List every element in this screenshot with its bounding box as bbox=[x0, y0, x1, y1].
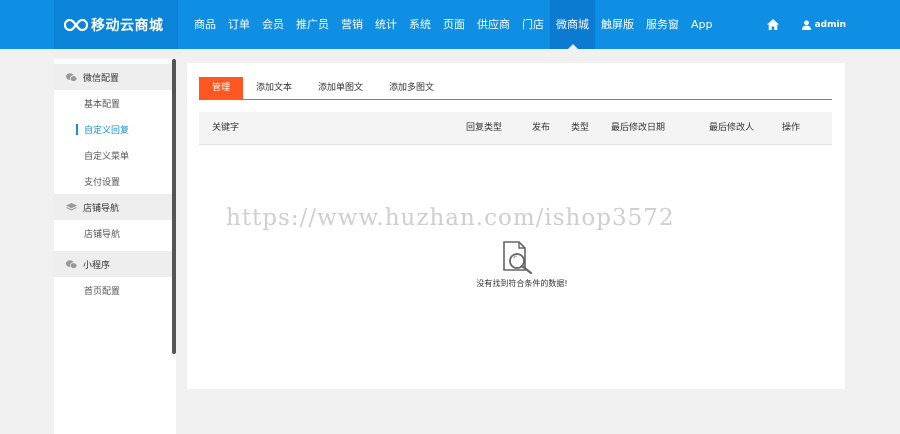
sidebar-group-mini-program[interactable]: 小程序 bbox=[54, 251, 176, 277]
nav-item-suppliers[interactable]: 供应商 bbox=[471, 0, 516, 49]
nav-item-touch-version[interactable]: 触屏版 bbox=[595, 0, 640, 49]
nav-item-orders[interactable]: 订单 bbox=[222, 0, 256, 49]
nav-item-pages[interactable]: 页面 bbox=[437, 0, 471, 49]
tab-bar: 管理 添加文本 添加单图文 添加多图文 bbox=[199, 77, 832, 100]
layers-icon bbox=[66, 202, 77, 210]
nav-item-app[interactable]: App bbox=[685, 0, 719, 49]
nav-item-service-window[interactable]: 服务窗 bbox=[640, 0, 685, 49]
nav-item-goods[interactable]: 商品 bbox=[188, 0, 222, 49]
sidebar-group-store-nav[interactable]: 店铺导航 bbox=[54, 194, 176, 220]
nav-item-promoters[interactable]: 推广员 bbox=[290, 0, 335, 49]
top-navbar: 移动云商城 商品 订单 会员 推广员 营销 统计 系统 页面 供应商 门店 微商… bbox=[0, 0, 900, 49]
user-area: admin bbox=[762, 0, 846, 49]
nav-item-marketing[interactable]: 营销 bbox=[335, 0, 369, 49]
tab-add-text[interactable]: 添加文本 bbox=[243, 77, 305, 99]
brand-name: 移动云商城 bbox=[91, 17, 164, 34]
sidebar-group-label: 微信配置 bbox=[83, 73, 120, 84]
main-nav: 商品 订单 会员 推广员 营销 统计 系统 页面 供应商 门店 微商城 触屏版 … bbox=[188, 0, 719, 49]
username: admin bbox=[814, 19, 846, 30]
tab-manage[interactable]: 管理 bbox=[199, 77, 244, 99]
nav-item-members[interactable]: 会员 bbox=[256, 0, 290, 49]
nav-item-stores[interactable]: 门店 bbox=[516, 0, 550, 49]
column-header-keyword[interactable]: 关键字 bbox=[212, 112, 239, 145]
wechat-icon bbox=[66, 259, 77, 269]
sidebar-group-wechat-config[interactable]: 微信配置 bbox=[54, 64, 176, 90]
sidebar-item-home-config[interactable]: 首页配置 bbox=[54, 277, 176, 303]
sidebar-group-label: 小程序 bbox=[83, 260, 111, 271]
tab-add-single-article[interactable]: 添加单图文 bbox=[305, 77, 376, 99]
tab-add-multi-article[interactable]: 添加多图文 bbox=[376, 77, 447, 99]
sidebar-item-custom-menu[interactable]: 自定义菜单 bbox=[54, 142, 176, 168]
column-header-last-modified-date[interactable]: 最后修改日期 bbox=[611, 112, 665, 145]
column-header-type[interactable]: 类型 bbox=[571, 112, 589, 145]
sidebar-item-store-nav[interactable]: 店铺导航 bbox=[54, 220, 176, 246]
sidebar-item-payment-settings[interactable]: 支付设置 bbox=[54, 168, 176, 194]
nav-item-system[interactable]: 系统 bbox=[403, 0, 437, 49]
brand-logo[interactable]: 移动云商城 bbox=[54, 0, 178, 49]
user-icon bbox=[801, 19, 811, 30]
nav-item-statistics[interactable]: 统计 bbox=[369, 0, 403, 49]
search-document-icon bbox=[503, 241, 533, 274]
wechat-icon bbox=[66, 72, 77, 82]
column-header-reply-type[interactable]: 回复类型 bbox=[466, 112, 502, 145]
column-header-actions[interactable]: 操作 bbox=[782, 112, 800, 145]
sidebar-group-label: 店铺导航 bbox=[83, 203, 120, 214]
table-header: 关键字 回复类型 发布 类型 最后修改日期 最后修改人 操作 bbox=[199, 112, 832, 145]
home-button[interactable] bbox=[762, 14, 784, 36]
home-icon bbox=[766, 19, 779, 30]
user-menu[interactable]: admin bbox=[801, 19, 846, 30]
empty-state-text: 没有找到符合条件的数据! bbox=[476, 279, 568, 288]
watermark-text: https://www.huzhan.com/ishop3572 bbox=[226, 205, 675, 231]
sidebar: 微信配置 基本配置 自定义回复 自定义菜单 支付设置 店铺导航 店铺导航 小程序… bbox=[54, 59, 176, 434]
column-header-last-modified-by[interactable]: 最后修改人 bbox=[709, 112, 754, 145]
sidebar-scrollbar[interactable] bbox=[172, 59, 176, 354]
nav-item-wechat-mall[interactable]: 微商城 bbox=[550, 0, 595, 49]
sidebar-item-basic-config[interactable]: 基本配置 bbox=[54, 90, 176, 116]
sidebar-item-custom-reply[interactable]: 自定义回复 bbox=[54, 116, 176, 142]
infinity-logo-icon bbox=[64, 18, 88, 31]
column-header-publish[interactable]: 发布 bbox=[532, 112, 550, 145]
